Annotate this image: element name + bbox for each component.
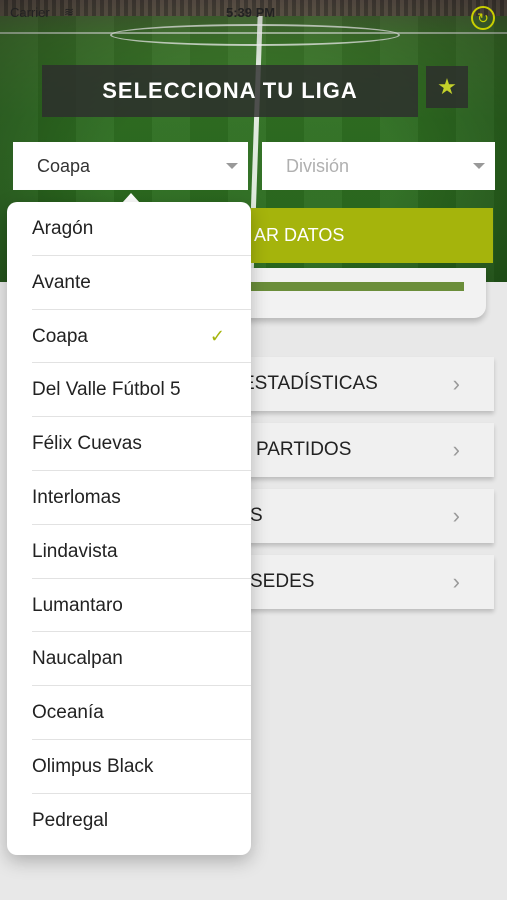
list-item[interactable]: Del Valle Fútbol 5 (7, 363, 251, 417)
list-item[interactable]: Avante (7, 256, 251, 310)
liga-select[interactable]: Coapa (13, 142, 248, 190)
chevron-right-icon: › (452, 371, 460, 396)
list-item[interactable]: Naucalpan (7, 632, 251, 686)
option-label: Oceanía (32, 702, 104, 724)
chevron-right-icon: › (452, 569, 460, 594)
list-item-selected[interactable]: Coapa ✓ (7, 310, 251, 364)
chevron-right-icon: › (452, 503, 460, 528)
option-label: Coapa (32, 325, 88, 347)
list-item[interactable]: Pedregal (7, 794, 251, 848)
menu-item-label: ESTADÍSTICAS (242, 373, 378, 394)
list-item[interactable]: Oceanía (7, 686, 251, 740)
option-label: Lumantaro (32, 594, 123, 616)
option-label: Lindavista (32, 540, 118, 562)
liga-dropdown-list: Aragón Avante Coapa ✓ Del Valle Fútbol 5 … (7, 202, 251, 855)
option-label: Del Valle Fútbol 5 (32, 379, 181, 401)
liga-select-value: Coapa (37, 156, 91, 176)
list-item[interactable]: Lindavista (7, 525, 251, 579)
checkmark-icon: ✓ (209, 325, 225, 346)
status-bar: Carrier ≋ 5:39 PM ↻ (0, 0, 507, 30)
wifi-icon: ≋ (64, 5, 75, 19)
chevron-down-icon (226, 163, 238, 169)
page-title: SELECCIONA TU LIGA (42, 65, 418, 117)
option-label: Interlomas (32, 486, 121, 508)
option-label: Pedregal (32, 809, 109, 831)
carrier-label: Carrier (10, 5, 50, 20)
star-icon: ★ (437, 74, 457, 99)
list-item[interactable]: Interlomas (7, 471, 251, 525)
division-select[interactable]: División (262, 142, 495, 190)
option-label: Avante (32, 271, 91, 293)
option-label: Olimpus Black (32, 755, 154, 777)
menu-item-label: S (250, 505, 263, 526)
option-label: Aragón (32, 218, 94, 239)
chevron-down-icon (473, 163, 485, 169)
menu-item-label: PARTIDOS (256, 439, 352, 460)
list-item[interactable]: Félix Cuevas (7, 417, 251, 471)
refresh-icon[interactable]: ↻ (471, 6, 495, 30)
chevron-right-icon: › (452, 437, 460, 462)
option-label: Félix Cuevas (32, 433, 142, 455)
list-item[interactable]: Lumantaro (7, 579, 251, 633)
list-item[interactable]: Aragón (7, 202, 251, 256)
favorite-button[interactable]: ★ (426, 66, 468, 108)
menu-item-label: SEDES (250, 571, 315, 592)
status-time: 5:39 PM (226, 5, 276, 20)
list-item[interactable]: Olimpus Black (7, 740, 251, 794)
division-select-placeholder: División (286, 156, 350, 176)
option-label: Naucalpan (32, 648, 123, 670)
load-data-label: AR DATOS (254, 225, 345, 245)
